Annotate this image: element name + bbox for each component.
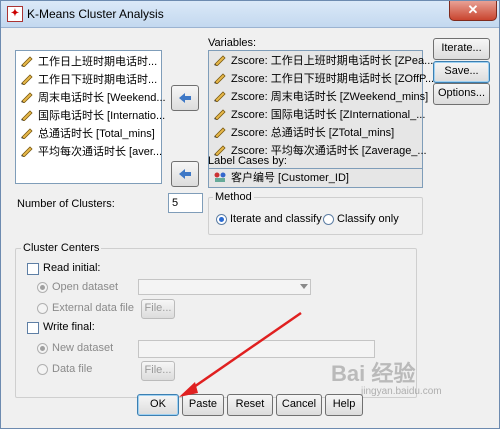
dialog-window: ✦ K-Means Cluster Analysis ✕ 工作日上班时期电话时.…: [0, 0, 500, 429]
annotation-arrow-icon: [179, 311, 302, 397]
